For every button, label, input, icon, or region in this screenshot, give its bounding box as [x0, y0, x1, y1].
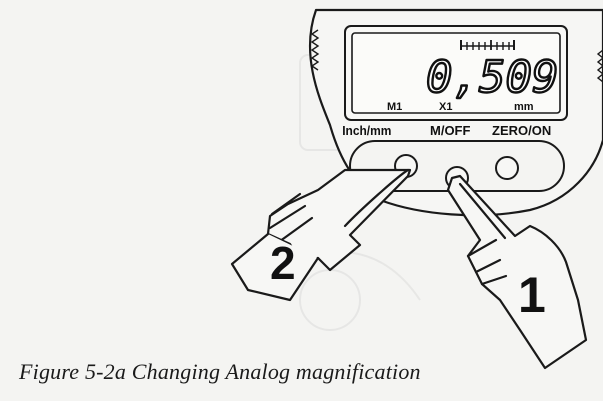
memory-indicator: M1 — [387, 101, 402, 113]
m-off-label: M/OFF — [430, 123, 470, 138]
zero-on-label: ZERO/ON — [492, 123, 551, 138]
display-reading: 0,509 — [426, 52, 558, 103]
lcd-display: 0,509 M1 X1 mm — [344, 25, 568, 121]
unit-indicator: mm — [514, 101, 534, 113]
left-hand-number: 2 — [270, 237, 296, 289]
magnification-indicator: X1 — [439, 101, 452, 113]
figure-caption: Figure 5-2a Changing Analog magnificatio… — [19, 359, 421, 384]
zero-on-button[interactable] — [495, 156, 519, 180]
inch-mm-label: Inch/mm — [342, 124, 391, 139]
figure-illustration: 0,509 M1 X1 mm Inch/mm M/OFF ZERO/ON 2 1 — [230, 8, 603, 370]
right-hand-number: 1 — [518, 267, 546, 323]
left-hand-illustration — [230, 168, 412, 302]
